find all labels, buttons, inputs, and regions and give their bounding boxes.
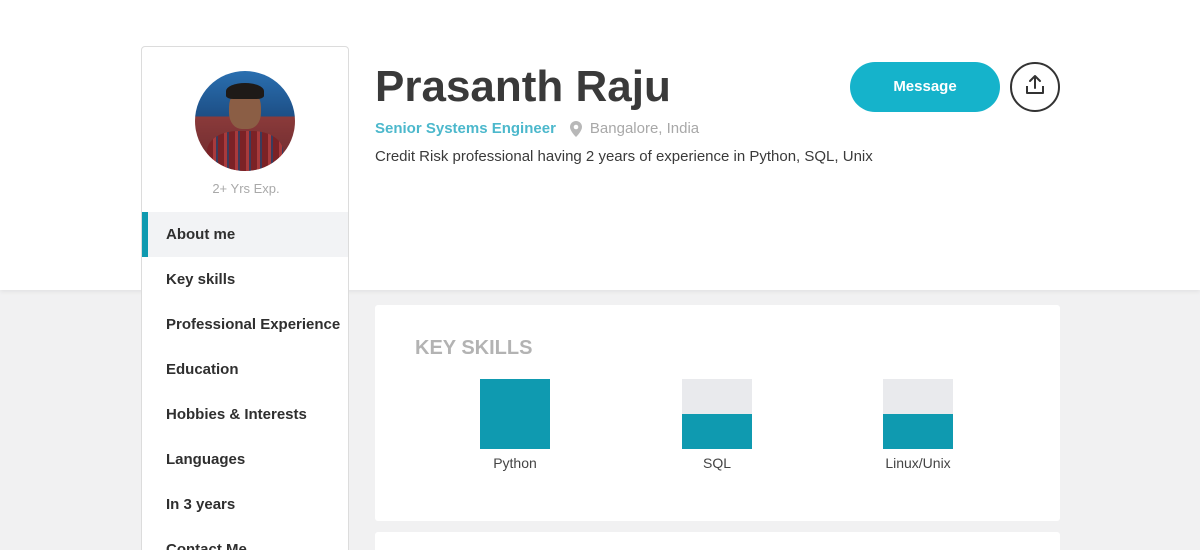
title-location-row: Senior Systems Engineer Bangalore, India [375, 120, 699, 137]
profile-sidebar: 2+ Yrs Exp. About me Key skills Professi… [141, 46, 349, 550]
avatar-hair [226, 83, 264, 99]
share-button[interactable] [1010, 62, 1060, 112]
sidebar-item-about-me[interactable]: About me [142, 212, 348, 257]
next-section-card [375, 532, 1060, 550]
skill-bar-fill [682, 414, 752, 449]
skill-bar-fill [883, 414, 953, 449]
sidebar-item-hobbies-interests[interactable]: Hobbies & Interests [142, 392, 348, 437]
experience-years: 2+ Yrs Exp. [212, 181, 280, 196]
skill-label: Linux/Unix [885, 455, 951, 471]
sidebar-item-professional-experience[interactable]: Professional Experience [142, 302, 348, 347]
job-title: Senior Systems Engineer [375, 120, 556, 137]
skill-bar-track [480, 379, 550, 449]
sidebar-item-key-skills[interactable]: Key skills [142, 257, 348, 302]
sidebar-nav: About me Key skills Professional Experie… [142, 212, 348, 550]
skill-sql: SQL [657, 379, 777, 471]
skill-bar-track [883, 379, 953, 449]
sidebar-item-languages[interactable]: Languages [142, 437, 348, 482]
skill-bar-track [682, 379, 752, 449]
skill-bar-fill [480, 379, 550, 449]
share-upload-icon [1024, 74, 1046, 101]
avatar-shirt [207, 131, 283, 171]
sidebar-item-contact-me[interactable]: Contact Me [142, 527, 348, 550]
key-skills-card: KEY SKILLS Python SQL Linux/Unix [375, 305, 1060, 521]
key-skills-title: KEY SKILLS [415, 337, 533, 359]
profile-name: Prasanth Raju [375, 62, 671, 111]
profile-summary: Credit Risk professional having 2 years … [375, 148, 873, 165]
skill-python: Python [455, 379, 575, 471]
skill-linux-unix: Linux/Unix [858, 379, 978, 471]
skill-label: SQL [702, 455, 731, 471]
location-text: Bangalore, India [589, 120, 700, 137]
message-button[interactable]: Message [850, 62, 1000, 112]
skill-label: Python [493, 455, 537, 471]
avatar [195, 71, 295, 171]
location-pin-icon [569, 120, 582, 137]
sidebar-item-in-3-years[interactable]: In 3 years [142, 482, 348, 527]
sidebar-item-education[interactable]: Education [142, 347, 348, 392]
